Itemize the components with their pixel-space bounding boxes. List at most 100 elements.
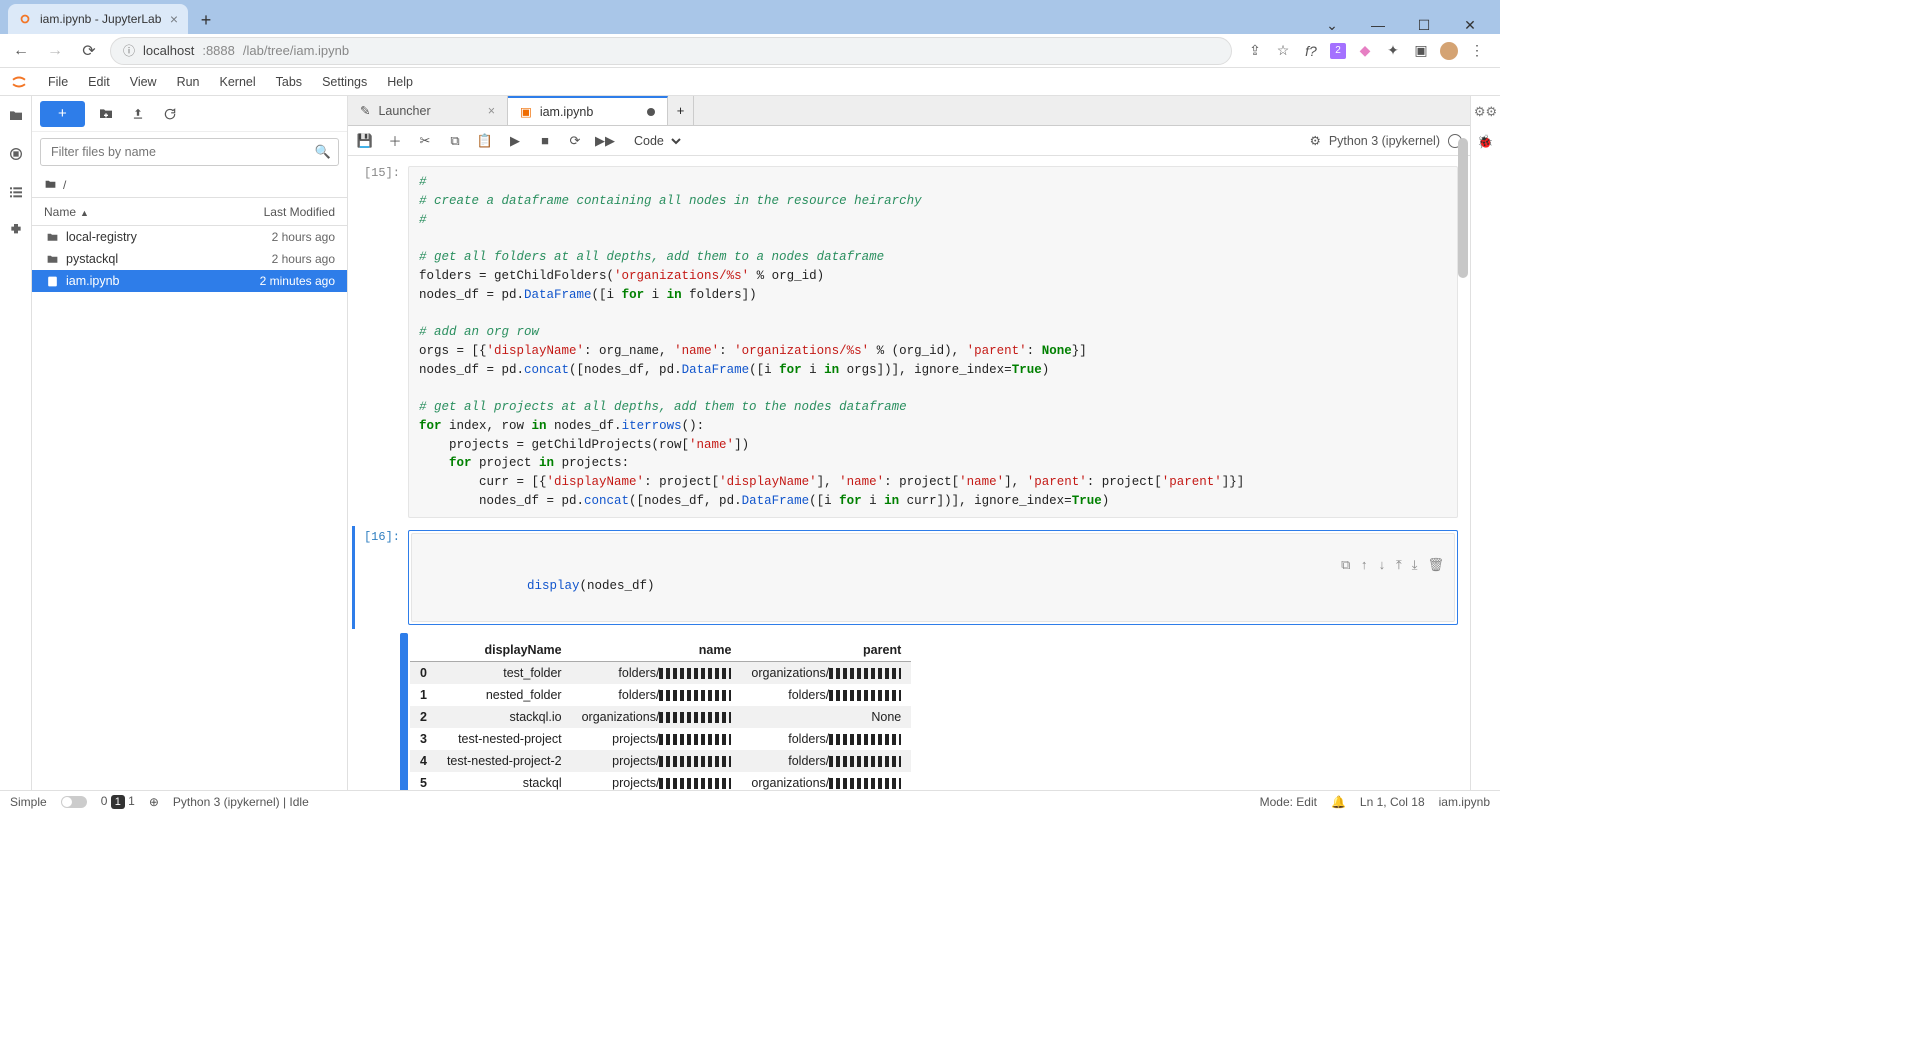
file-row[interactable]: iam.ipynb2 minutes ago	[32, 270, 347, 292]
menu-edit[interactable]: Edit	[78, 71, 120, 93]
copy-icon[interactable]: ⧉	[446, 132, 464, 150]
profile-avatar[interactable]	[1440, 42, 1458, 60]
chevron-down-icon[interactable]: ⌄	[1318, 17, 1346, 34]
jupyter-logo-icon	[8, 71, 30, 93]
tabs-icon[interactable]: ▣	[1412, 42, 1430, 60]
run-all-icon[interactable]: ▶▶	[596, 132, 614, 150]
ext-purple-icon[interactable]: 2	[1330, 43, 1346, 59]
breadcrumb[interactable]: /	[32, 172, 347, 198]
debug-icon[interactable]: 🐞	[1477, 134, 1493, 150]
run-icon[interactable]: ▶	[506, 132, 524, 150]
tab-launcher[interactable]: ✎ Launcher ×	[348, 96, 508, 125]
move-down-icon[interactable]: ↓	[1378, 556, 1386, 576]
stop-icon[interactable]: ■	[536, 132, 554, 150]
f-extension-icon[interactable]: f?	[1302, 42, 1320, 60]
minimize-icon[interactable]: —	[1364, 17, 1392, 34]
close-window-icon[interactable]: ✕	[1456, 17, 1484, 34]
reload-icon[interactable]: ⟳	[76, 38, 102, 64]
cell-displayname: nested_folder	[437, 684, 572, 706]
menu-file[interactable]: File	[38, 71, 78, 93]
cell-name: projects/	[572, 772, 742, 791]
filter-files-input[interactable]	[40, 138, 339, 166]
row-index: 4	[410, 750, 437, 772]
site-info-icon[interactable]: ⓘ	[123, 42, 135, 59]
code-cell-active[interactable]: [16]: ⧉ ↑ ↓ ⤒ ⤓ 🗑 display(	[352, 526, 1458, 629]
kernel-label: Python 3 (ipykernel)	[1329, 134, 1440, 148]
cell-parent: folders/	[741, 684, 911, 706]
paste-icon[interactable]: 📋	[476, 132, 494, 150]
maximize-icon[interactable]: ☐	[1410, 17, 1438, 34]
menu-view[interactable]: View	[120, 71, 167, 93]
window-controls: ⌄ — ☐ ✕	[1318, 17, 1492, 34]
file-modified: 2 minutes ago	[235, 274, 335, 288]
table-header	[410, 639, 437, 662]
url-bar[interactable]: ⓘ localhost:8888/lab/tree/iam.ipynb	[110, 37, 1232, 65]
extension-manager-icon[interactable]	[4, 218, 28, 242]
redacted-id	[829, 668, 901, 679]
puzzle-icon[interactable]: ✦	[1384, 42, 1402, 60]
move-up-icon[interactable]: ↑	[1360, 556, 1368, 576]
save-icon[interactable]: 💾	[356, 132, 374, 150]
upload-icon[interactable]	[127, 103, 149, 125]
close-icon[interactable]: ×	[170, 12, 178, 26]
kernel-status[interactable]: ⚙ Python 3 (ipykernel)	[1310, 133, 1462, 148]
folder-icon[interactable]	[4, 104, 28, 128]
new-launcher-button[interactable]: +	[40, 101, 85, 127]
code-content[interactable]: display(nodes_df)	[527, 579, 655, 593]
kernel-sessions-icon[interactable]: ⊕	[149, 795, 159, 809]
cell-displayname: test-nested-project-2	[437, 750, 572, 772]
breadcrumb-root: /	[63, 178, 66, 192]
tab-notebook-label: iam.ipynb	[540, 105, 594, 119]
close-icon[interactable]: ×	[488, 104, 495, 118]
new-tab-button[interactable]: +	[192, 6, 220, 34]
col-modified-header[interactable]: Last Modified	[235, 205, 335, 219]
scrollbar-thumb[interactable]	[1458, 138, 1468, 278]
delete-cell-icon[interactable]: 🗑	[1427, 556, 1444, 576]
tab-notebook[interactable]: ▣ iam.ipynb	[508, 96, 668, 125]
duplicate-cell-icon[interactable]: ⧉	[1341, 556, 1350, 576]
forward-icon[interactable]: →	[42, 38, 68, 64]
insert-below-icon[interactable]: ⤓	[1412, 556, 1418, 576]
new-folder-icon[interactable]	[95, 103, 117, 125]
menu-help[interactable]: Help	[377, 71, 423, 93]
property-inspector-icon[interactable]: ⚙⚙	[1474, 104, 1497, 120]
file-row[interactable]: pystackql2 hours ago	[32, 248, 347, 270]
toc-icon[interactable]	[4, 180, 28, 204]
status-kernel[interactable]: Python 3 (ipykernel) | Idle	[173, 795, 309, 809]
restart-icon[interactable]: ⟳	[566, 132, 584, 150]
menu-run[interactable]: Run	[167, 71, 210, 93]
back-icon[interactable]: ←	[8, 38, 34, 64]
file-row[interactable]: local-registry2 hours ago	[32, 226, 347, 248]
running-icon[interactable]	[4, 142, 28, 166]
simple-toggle[interactable]	[61, 796, 87, 808]
file-list: local-registry2 hours agopystackql2 hour…	[32, 226, 347, 790]
cell-type-select[interactable]: Code	[626, 131, 684, 151]
file-toolbar: +	[32, 96, 347, 132]
kebab-menu-icon[interactable]: ⋮	[1468, 42, 1486, 60]
kernel-busy-icon: ⚙	[1310, 133, 1321, 148]
code-cell[interactable]: [15]: # # create a dataframe containing …	[352, 162, 1458, 522]
browser-tab-active[interactable]: iam.ipynb - JupyterLab ×	[8, 4, 188, 34]
insert-above-icon[interactable]: ⤒	[1396, 556, 1402, 576]
refresh-icon[interactable]	[159, 103, 181, 125]
table-row: 4test-nested-project-2projects/folders/	[410, 750, 911, 772]
code-content[interactable]: # # create a dataframe containing all no…	[408, 166, 1458, 518]
menu-tabs[interactable]: Tabs	[266, 71, 312, 93]
cut-icon[interactable]: ✂	[416, 132, 434, 150]
share-icon[interactable]: ⇪	[1246, 42, 1264, 60]
notification-bell-icon[interactable]: 🔔	[1331, 795, 1346, 809]
add-cell-icon[interactable]: ＋	[386, 132, 404, 150]
main-area: + 🔍 / Name▲ Last Modified local-registry…	[0, 96, 1500, 790]
bookmark-icon[interactable]: ☆	[1274, 42, 1292, 60]
col-name-header[interactable]: Name▲	[44, 205, 235, 219]
menu-kernel[interactable]: Kernel	[210, 71, 266, 93]
tab-launcher-label: Launcher	[378, 104, 430, 118]
menu-settings[interactable]: Settings	[312, 71, 377, 93]
ext-pink-icon[interactable]: ◆	[1356, 42, 1374, 60]
cell-parent: organizations/	[741, 772, 911, 791]
right-sidebar: ⚙⚙ 🐞	[1470, 96, 1500, 790]
add-tab-button[interactable]: +	[668, 96, 694, 125]
file-name: iam.ipynb	[66, 274, 235, 288]
launcher-icon: ✎	[360, 103, 370, 118]
terminals-count[interactable]: 0 1 1	[101, 794, 135, 809]
